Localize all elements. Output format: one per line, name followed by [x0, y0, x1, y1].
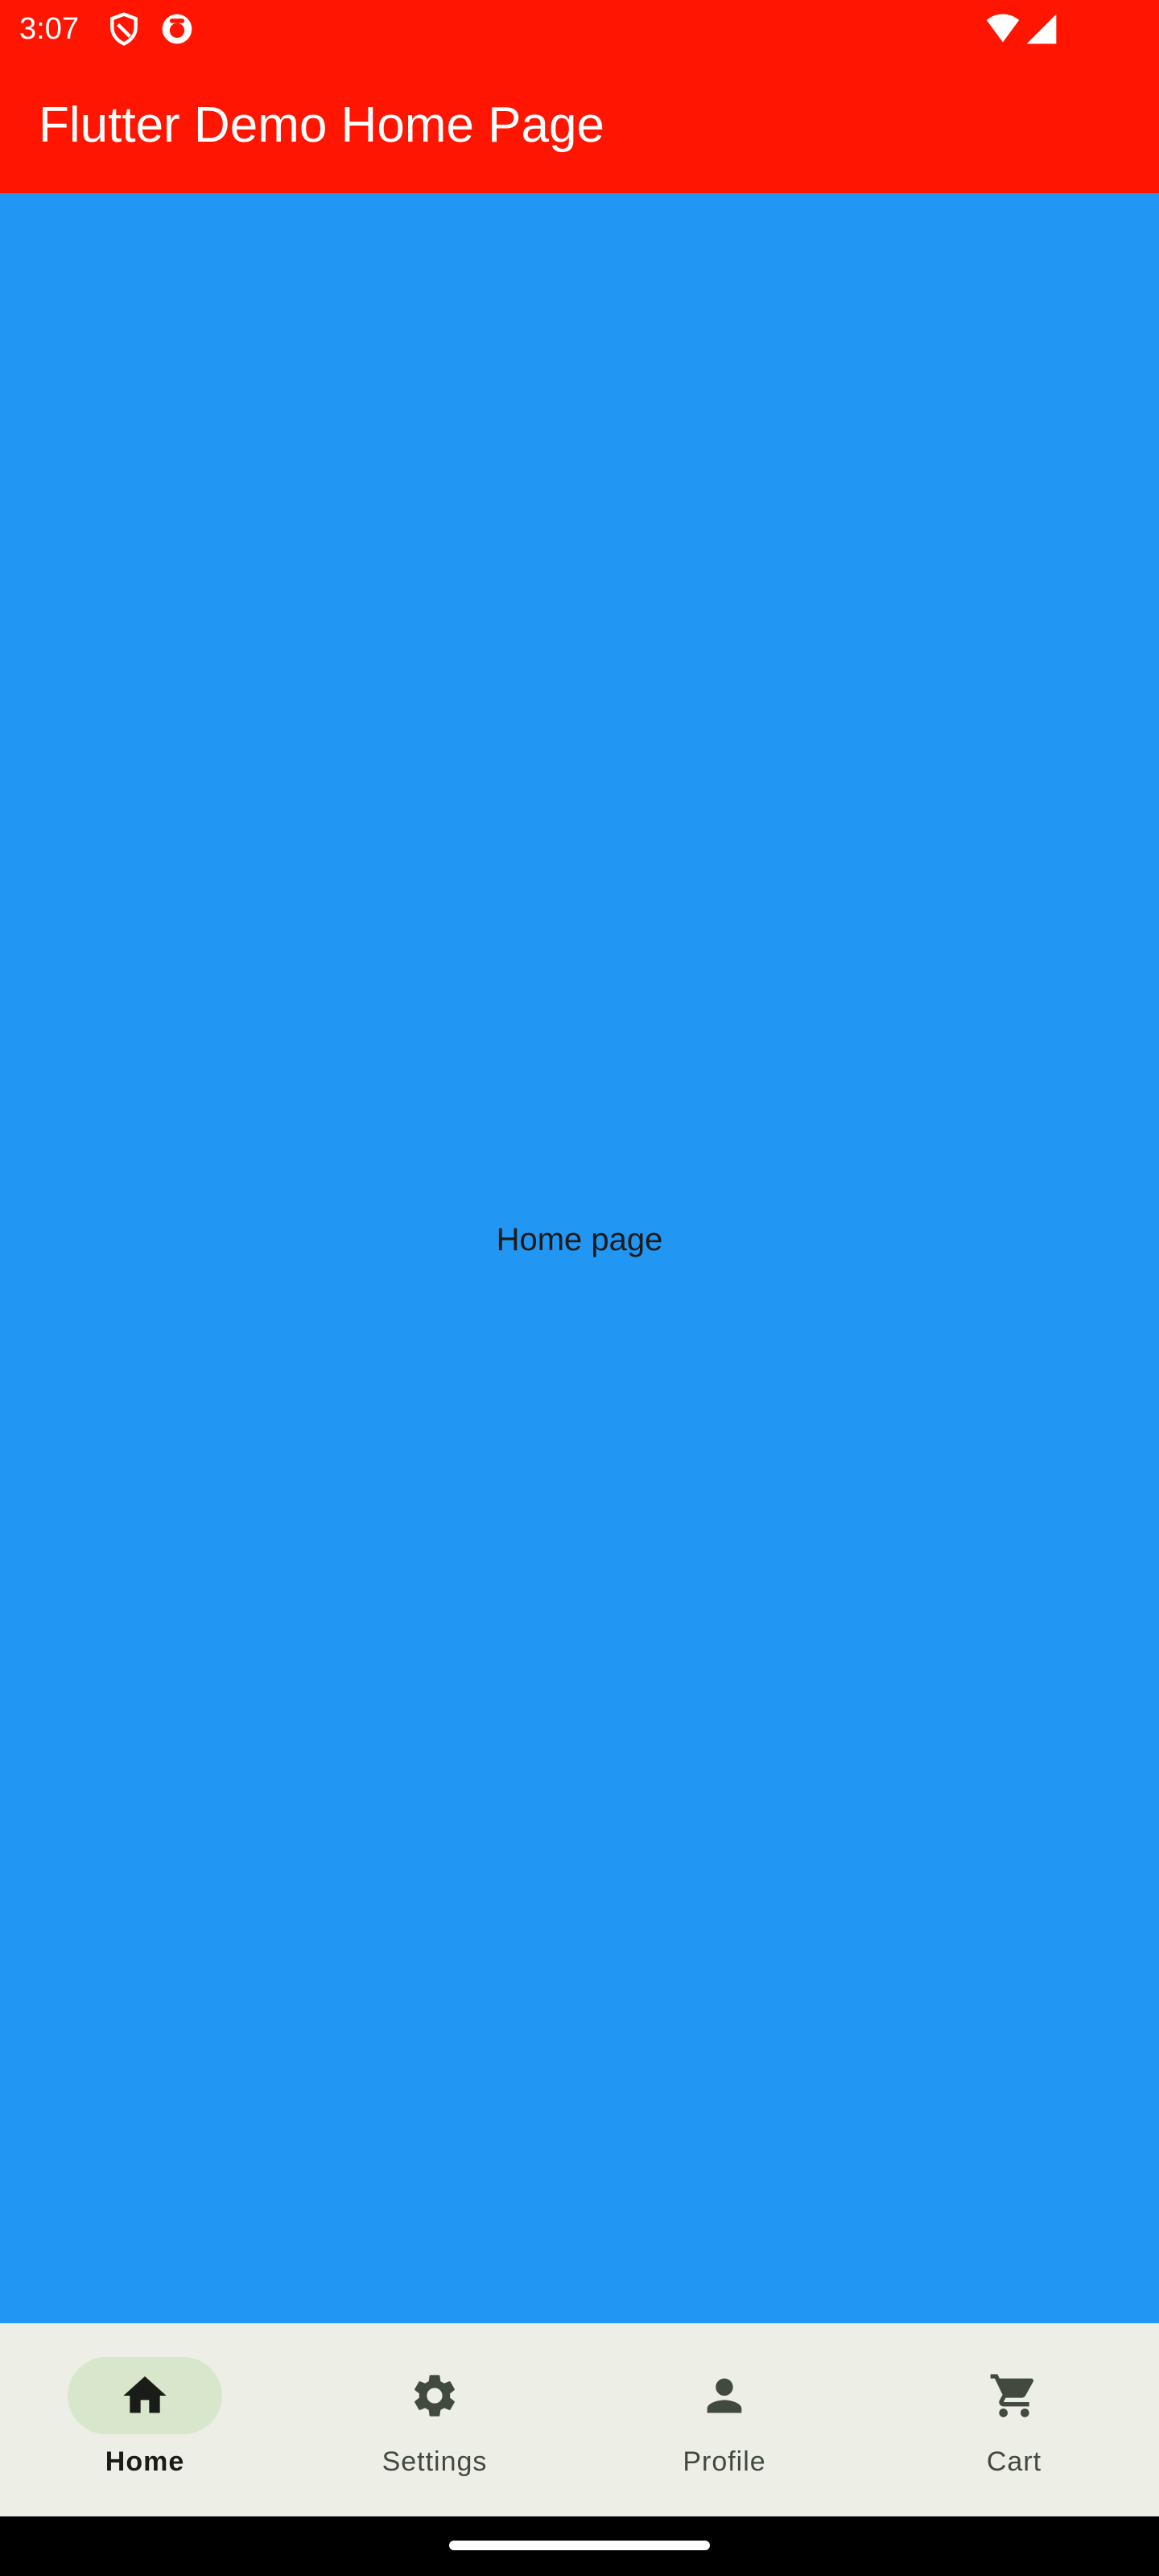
nav-label-home: Home: [105, 2446, 185, 2477]
nav-item-cart[interactable]: Cart: [869, 2323, 1159, 2516]
nav-label-settings: Settings: [382, 2446, 488, 2477]
cell-signal-icon: [1024, 11, 1059, 47]
home-page-text: Home page: [496, 1222, 663, 1257]
cart-icon: [988, 2370, 1040, 2421]
nav-label-profile: Profile: [683, 2446, 766, 2477]
header-area: 3:07 Flutter Demo Home Page: [0, 0, 1159, 193]
app-bar: Flutter Demo Home Page: [0, 58, 1159, 193]
app-bar-title: Flutter Demo Home Page: [39, 97, 604, 153]
bottom-navigation-bar: Home Settings Profile Cart: [0, 2323, 1159, 2516]
system-gesture-bar: [0, 2516, 1159, 2576]
wifi-icon: [984, 11, 1022, 47]
home-gesture-handle[interactable]: [449, 2541, 710, 2550]
nav-label-cart: Cart: [986, 2446, 1042, 2477]
status-time: 3:07: [19, 12, 79, 46]
nav-item-home[interactable]: Home: [0, 2323, 290, 2516]
nav-item-settings[interactable]: Settings: [290, 2323, 580, 2516]
home-icon: [119, 2370, 171, 2421]
shield-icon: [106, 11, 142, 47]
home-page-body: Home page: [0, 193, 1159, 2323]
person-icon: [699, 2370, 750, 2421]
notification-app-icon: [159, 11, 195, 47]
gear-icon: [409, 2370, 460, 2421]
nav-item-profile[interactable]: Profile: [580, 2323, 869, 2516]
status-bar: 3:07: [0, 0, 1159, 58]
app-screen: 3:07 Flutter Demo Home Page Home page Ho…: [0, 0, 1159, 2576]
